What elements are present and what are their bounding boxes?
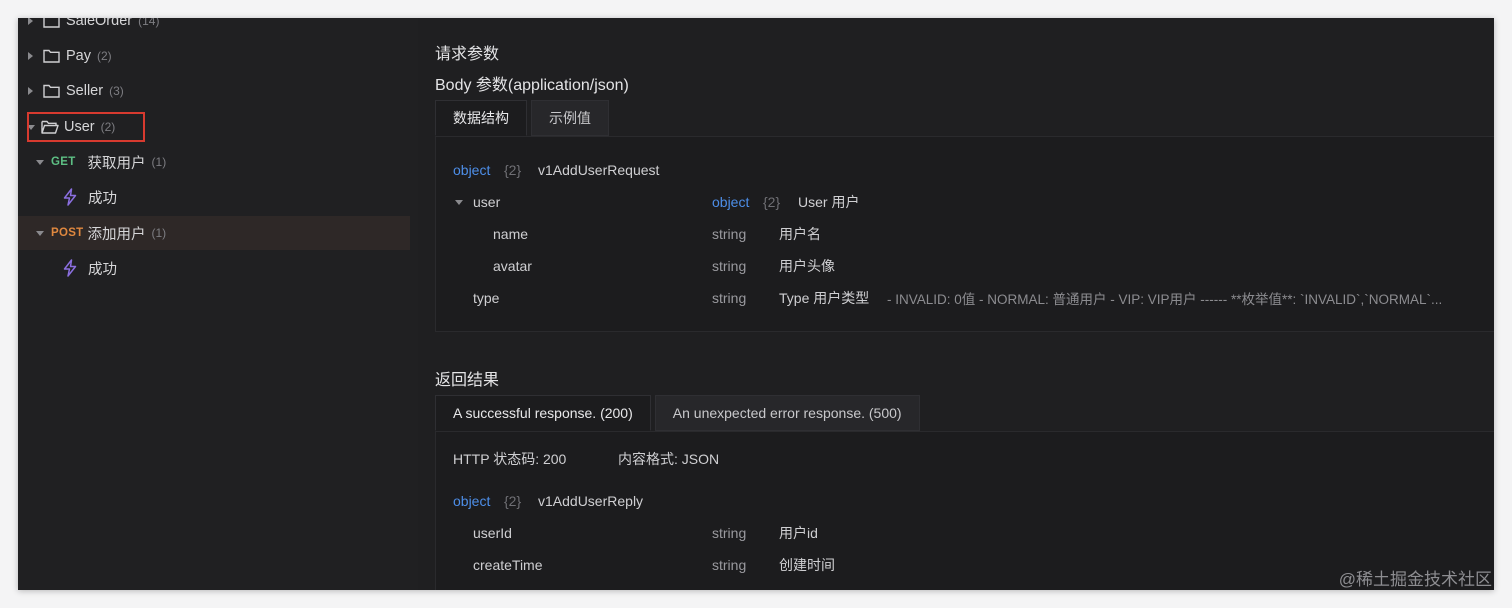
field-type: string (712, 525, 747, 541)
field-desc: User 用户 (798, 194, 860, 210)
field-type: object (712, 194, 750, 210)
field-type: string (712, 557, 747, 573)
root-count: {2} (504, 162, 522, 178)
endpoint-count: (1) (151, 155, 167, 169)
root-name: v1AddUserReply (538, 493, 644, 509)
endpoint-post-user[interactable]: POST 添加用户 (1) (18, 216, 410, 250)
folder-count: (2) (97, 49, 112, 63)
app-window: SaleOrder (14) Pay (2) Seller (3) User (… (18, 18, 1494, 590)
chevron-down-icon[interactable] (36, 230, 44, 236)
field-desc: 用户名 (779, 226, 821, 242)
response-section-title: 返回结果 (435, 372, 500, 389)
lightning-icon (62, 188, 78, 206)
chevron-right-icon[interactable] (28, 87, 33, 95)
field-desc: 用户id (779, 525, 818, 541)
schema-field-row: createTime string 创建时间 (436, 554, 1494, 576)
field-name: avatar (493, 258, 532, 274)
main-content: 请求参数 Body 参数(application/json) 数据结构 示例值 … (418, 18, 1494, 590)
field-enum-note: - INVALID: 0值 - NORMAL: 普通用户 - VIP: VIP用… (887, 292, 1443, 307)
folder-icon (43, 49, 60, 63)
tab-example[interactable]: 示例值 (531, 100, 609, 136)
root-name: v1AddUserRequest (538, 162, 660, 178)
field-count: {2} (763, 194, 781, 210)
request-schema-panel: object {2} v1AddUserRequest user object … (435, 136, 1494, 332)
response-meta-row: HTTP 状态码: 200 内容格式: JSON (436, 448, 1494, 470)
http-status: HTTP 状态码: 200 (453, 451, 567, 467)
field-type: string (712, 258, 747, 274)
folder-count: (14) (138, 18, 160, 28)
field-name: userId (473, 525, 512, 541)
folder-icon (43, 84, 60, 98)
content-format: 内容格式: JSON (618, 451, 720, 467)
endpoint-get-user[interactable]: GET 获取用户 (1) (18, 145, 410, 179)
root-type: object (453, 493, 491, 509)
sidebar-folder-seller[interactable]: Seller (3) (18, 74, 410, 108)
watermark: @稀土掘金技术社区 (1338, 570, 1492, 589)
chevron-down-icon[interactable] (36, 159, 44, 165)
schema-field-row: userId string 用户id (436, 522, 1494, 544)
sidebar-folder-pay[interactable]: Pay (2) (18, 39, 410, 73)
response-tabs: A successful response. (200) An unexpect… (435, 395, 924, 431)
chevron-right-icon[interactable] (28, 52, 33, 60)
example-success-get[interactable]: 成功 (18, 180, 410, 214)
field-desc: Type 用户类型 (779, 290, 870, 306)
chevron-right-icon[interactable] (28, 18, 33, 25)
field-desc: 用户头像 (779, 258, 835, 274)
field-name: name (493, 226, 529, 242)
schema-field-row[interactable]: user object {2} User 用户 (436, 191, 1494, 213)
root-type: object (453, 162, 491, 178)
response-schema-panel: HTTP 状态码: 200 内容格式: JSON object {2} v1Ad… (435, 431, 1494, 590)
endpoint-count: (1) (151, 226, 167, 240)
example-success-post[interactable]: 成功 (18, 251, 410, 285)
chevron-down-icon[interactable] (455, 199, 463, 205)
field-name: createTime (473, 557, 543, 573)
field-type: string (712, 290, 747, 306)
example-label: 成功 (88, 261, 117, 278)
field-desc: 创建时间 (779, 557, 835, 573)
folder-label: Pay (66, 48, 91, 64)
schema-field-row: avatar string 用户头像 (436, 255, 1494, 277)
body-params-title: Body 参数(application/json) (435, 77, 629, 94)
method-badge-post: POST (51, 227, 84, 239)
method-badge-get: GET (51, 156, 76, 168)
folder-label: SaleOrder (66, 18, 133, 29)
field-name: type (473, 290, 500, 306)
request-tabs: 数据结构 示例值 (435, 100, 613, 136)
folder-count: (3) (109, 84, 124, 98)
folder-label: Seller (66, 83, 104, 99)
sidebar: SaleOrder (14) Pay (2) Seller (3) User (… (18, 18, 419, 590)
tab-schema[interactable]: 数据结构 (435, 100, 527, 136)
endpoint-label: 获取用户 (87, 155, 146, 172)
field-name: user (473, 194, 501, 210)
field-type: string (712, 226, 747, 242)
request-section-title: 请求参数 (435, 46, 500, 63)
folder-icon (43, 18, 60, 28)
tab-response-200[interactable]: A successful response. (200) (435, 395, 651, 431)
endpoint-label: 添加用户 (87, 226, 146, 243)
lightning-icon (62, 259, 78, 277)
highlight-annotation (27, 112, 145, 142)
example-label: 成功 (88, 190, 117, 207)
schema-field-row: type string Type 用户类型 - INVALID: 0值 - NO… (436, 287, 1494, 309)
sidebar-folder-saleorder[interactable]: SaleOrder (14) (18, 18, 410, 38)
schema-field-row: name string 用户名 (436, 223, 1494, 245)
tab-response-500[interactable]: An unexpected error response. (500) (654, 395, 920, 431)
schema-root-row: object {2} v1AddUserRequest (436, 159, 1494, 181)
root-count: {2} (504, 493, 522, 509)
schema-root-row: object {2} v1AddUserReply (436, 490, 1494, 512)
